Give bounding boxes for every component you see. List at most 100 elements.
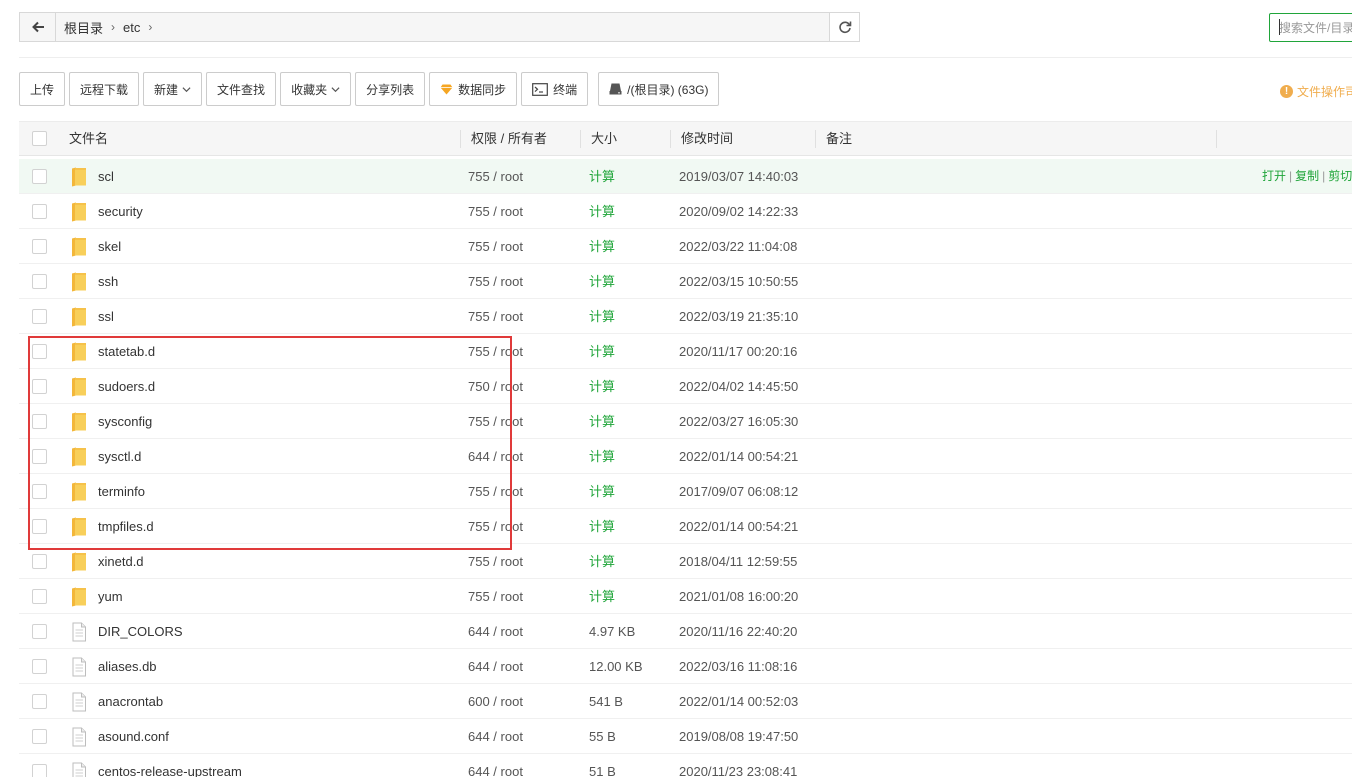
search-input[interactable]	[1269, 13, 1352, 42]
open-link[interactable]: 打开	[1262, 169, 1286, 183]
table-row[interactable]: centos-release-upstream 644 / root 51 B 202…	[19, 754, 1352, 777]
row-checkbox[interactable]	[32, 624, 47, 639]
favorites-button[interactable]: 收藏夹	[280, 72, 352, 106]
file-name[interactable]: xinetd.d	[98, 544, 144, 579]
calculate-size-link[interactable]: 计算	[589, 334, 615, 369]
calculate-size-link[interactable]: 计算	[589, 264, 615, 299]
file-permission[interactable]: 755 / root	[468, 299, 523, 334]
table-row[interactable]: ssl 755 / root 计算 2022/03/19 21:35:10	[19, 299, 1352, 334]
row-checkbox[interactable]	[32, 519, 47, 534]
calculate-size-link[interactable]: 计算	[589, 544, 615, 579]
file-name[interactable]: security	[98, 194, 143, 229]
disk-button[interactable]: /(根目录) (63G)	[598, 72, 720, 106]
file-name[interactable]: sysconfig	[98, 404, 152, 439]
file-name[interactable]: anacrontab	[98, 684, 163, 719]
table-row[interactable]: asound.conf 644 / root 55 B 2019/08/08 19:4…	[19, 719, 1352, 754]
breadcrumb-etc[interactable]: etc	[123, 20, 140, 35]
header-size[interactable]: 大小	[581, 122, 617, 156]
row-checkbox[interactable]	[32, 204, 47, 219]
calculate-size-link[interactable]: 计算	[589, 439, 615, 474]
file-permission[interactable]: 755 / root	[468, 264, 523, 299]
row-checkbox[interactable]	[32, 414, 47, 429]
file-name[interactable]: ssh	[98, 264, 118, 299]
file-permission[interactable]: 755 / root	[468, 404, 523, 439]
row-checkbox[interactable]	[32, 449, 47, 464]
table-row[interactable]: sudoers.d 750 / root 计算 2022/04/02 14:45:50	[19, 369, 1352, 404]
row-checkbox[interactable]	[32, 484, 47, 499]
file-name[interactable]: yum	[98, 579, 123, 614]
file-name[interactable]: sudoers.d	[98, 369, 155, 404]
table-row[interactable]: sysconfig 755 / root 计算 2022/03/27 16:05:30	[19, 404, 1352, 439]
table-row[interactable]: security 755 / root 计算 2020/09/02 14:22:33	[19, 194, 1352, 229]
file-permission[interactable]: 644 / root	[468, 439, 523, 474]
share-list-button[interactable]: 分享列表	[355, 72, 426, 106]
row-checkbox[interactable]	[32, 589, 47, 604]
calculate-size-link[interactable]: 计算	[589, 194, 615, 229]
new-button[interactable]: 新建	[143, 72, 203, 106]
row-checkbox[interactable]	[32, 659, 47, 674]
file-name[interactable]: skel	[98, 229, 121, 264]
table-row[interactable]: tmpfiles.d 755 / root 计算 2022/01/14 00:54:2…	[19, 509, 1352, 544]
file-permission[interactable]: 644 / root	[468, 614, 523, 649]
file-permission[interactable]: 644 / root	[468, 719, 523, 754]
back-button[interactable]	[20, 13, 56, 41]
header-name[interactable]: 文件名	[59, 122, 108, 156]
calculate-size-link[interactable]: 计算	[589, 229, 615, 264]
file-permission[interactable]: 750 / root	[468, 369, 523, 404]
file-name[interactable]: scl	[98, 159, 114, 194]
file-ops-hint[interactable]: ! 文件操作司	[1280, 83, 1352, 100]
file-permission[interactable]: 644 / root	[468, 649, 523, 684]
header-mtime[interactable]: 修改时间	[671, 122, 733, 156]
table-row[interactable]: statetab.d 755 / root 计算 2020/11/17 00:20:1…	[19, 334, 1352, 369]
row-checkbox[interactable]	[32, 169, 47, 184]
file-name[interactable]: DIR_COLORS	[98, 614, 183, 649]
file-permission[interactable]: 755 / root	[468, 229, 523, 264]
refresh-button[interactable]	[829, 13, 859, 41]
data-sync-button[interactable]: 数据同步	[429, 72, 518, 106]
file-permission[interactable]: 600 / root	[468, 684, 523, 719]
select-all-checkbox[interactable]	[32, 131, 47, 146]
table-row[interactable]: yum 755 / root 计算 2021/01/08 16:00:20	[19, 579, 1352, 614]
file-permission[interactable]: 755 / root	[468, 474, 523, 509]
file-name[interactable]: aliases.db	[98, 649, 157, 684]
table-row[interactable]: terminfo 755 / root 计算 2017/09/07 06:08:12	[19, 474, 1352, 509]
calculate-size-link[interactable]: 计算	[589, 404, 615, 439]
table-row[interactable]: aliases.db 644 / root 12.00 KB 2022/03/16 1…	[19, 649, 1352, 684]
remote-download-button[interactable]: 远程下载	[69, 72, 140, 106]
calculate-size-link[interactable]: 计算	[589, 159, 615, 194]
calculate-size-link[interactable]: 计算	[589, 579, 615, 614]
breadcrumb-root[interactable]: 根目录	[64, 18, 103, 37]
upload-button[interactable]: 上传	[19, 72, 66, 106]
file-name[interactable]: terminfo	[98, 474, 145, 509]
file-permission[interactable]: 755 / root	[468, 159, 523, 194]
row-checkbox[interactable]	[32, 764, 47, 777]
table-row[interactable]: sysctl.d 644 / root 计算 2022/01/14 00:54:21	[19, 439, 1352, 474]
table-row[interactable]: skel 755 / root 计算 2022/03/22 11:04:08	[19, 229, 1352, 264]
table-row[interactable]: anacrontab 600 / root 541 B 2022/01/14 00:5…	[19, 684, 1352, 719]
table-row[interactable]: ssh 755 / root 计算 2022/03/15 10:50:55	[19, 264, 1352, 299]
header-perm[interactable]: 权限 / 所有者	[461, 122, 547, 156]
file-permission[interactable]: 755 / root	[468, 509, 523, 544]
terminal-button[interactable]: 终端	[521, 72, 589, 106]
file-name[interactable]: sysctl.d	[98, 439, 141, 474]
file-search-button[interactable]: 文件查找	[206, 72, 277, 106]
calculate-size-link[interactable]: 计算	[589, 299, 615, 334]
row-checkbox[interactable]	[32, 694, 47, 709]
row-checkbox[interactable]	[32, 274, 47, 289]
file-name[interactable]: tmpfiles.d	[98, 509, 154, 544]
file-name[interactable]: asound.conf	[98, 719, 169, 754]
row-checkbox[interactable]	[32, 379, 47, 394]
file-name[interactable]: centos-release-upstream	[98, 754, 242, 777]
file-permission[interactable]: 755 / root	[468, 544, 523, 579]
copy-link[interactable]: 复制	[1295, 169, 1319, 183]
file-permission[interactable]: 644 / root	[468, 754, 523, 777]
table-row[interactable]: xinetd.d 755 / root 计算 2018/04/11 12:59:55	[19, 544, 1352, 579]
row-checkbox[interactable]	[32, 554, 47, 569]
calculate-size-link[interactable]: 计算	[589, 369, 615, 404]
file-permission[interactable]: 755 / root	[468, 334, 523, 369]
file-permission[interactable]: 755 / root	[468, 579, 523, 614]
table-row[interactable]: DIR_COLORS 644 / root 4.97 KB 2020/11/16 22…	[19, 614, 1352, 649]
calculate-size-link[interactable]: 计算	[589, 509, 615, 544]
calculate-size-link[interactable]: 计算	[589, 474, 615, 509]
table-row[interactable]: scl 755 / root 计算 2019/03/07 14:40:03 打开 | 复制 |…	[19, 159, 1352, 194]
